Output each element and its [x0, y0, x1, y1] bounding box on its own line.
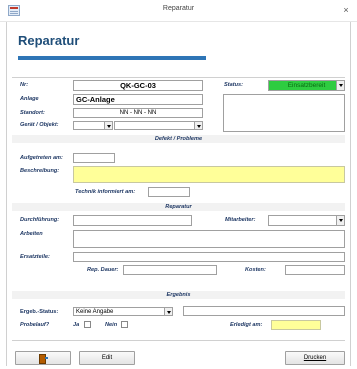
- ergebnis-status-label: Ergeb.-Status:: [20, 309, 59, 315]
- section-defekt: Defekt / Probleme: [12, 135, 345, 143]
- erledigt-label: Erledigt am:: [230, 322, 263, 328]
- nr-label: Nr:: [20, 82, 29, 88]
- edit-button[interactable]: Edit: [79, 351, 135, 365]
- nein-checkbox[interactable]: [121, 321, 128, 328]
- standort-label: Standort:: [20, 110, 45, 116]
- geraet-label: Gerät / Objekt:: [20, 122, 59, 128]
- ja-checkbox[interactable]: [84, 321, 91, 328]
- kosten-field[interactable]: [285, 265, 345, 275]
- heading-underline: [18, 56, 206, 60]
- anlage-field[interactable]: GC-Anlage: [73, 94, 203, 105]
- aufgetreten-label: Aufgetreten am:: [20, 155, 63, 161]
- erledigt-field[interactable]: [271, 320, 321, 330]
- arbeiten-label: Arbeiten: [20, 231, 43, 237]
- technik-label: Technik informiert am:: [75, 189, 136, 195]
- page-title: Reparatur: [18, 33, 80, 48]
- dauer-label: Rep. Dauer:: [87, 267, 119, 273]
- status-label: Status:: [224, 82, 243, 88]
- chevron-down-icon[interactable]: [336, 81, 344, 90]
- technik-field[interactable]: [148, 187, 190, 197]
- chevron-down-icon[interactable]: [164, 308, 172, 315]
- mitarbeiter-label: Mitarbeiter:: [225, 217, 256, 223]
- status-value: Einsatzbereit: [287, 82, 326, 89]
- geraet-detail-dropdown[interactable]: [114, 121, 203, 130]
- standort-field[interactable]: NN - NN - NN: [73, 108, 203, 118]
- chevron-down-icon[interactable]: [336, 216, 344, 225]
- ja-label: Ja: [73, 322, 80, 328]
- ergebnis-extra-field[interactable]: [183, 306, 345, 316]
- divider: [12, 77, 345, 78]
- mitarbeiter-dropdown[interactable]: [268, 215, 345, 226]
- beschreibung-field[interactable]: [73, 166, 345, 183]
- nr-field[interactable]: QK-GC-03: [73, 80, 203, 91]
- arbeiten-field[interactable]: [73, 230, 345, 248]
- nein-label: Nein: [105, 322, 118, 328]
- exit-door-icon: [38, 354, 48, 364]
- divider: [12, 340, 345, 341]
- section-ergebnis: Ergebnis: [12, 291, 345, 299]
- print-button[interactable]: Drucken: [285, 351, 345, 365]
- ergebnis-status-value: Keine Angabe: [76, 309, 114, 315]
- beschreibung-label: Beschreibung:: [20, 168, 60, 174]
- dauer-field[interactable]: [123, 265, 217, 275]
- title-bar: Reparatur ×: [0, 0, 357, 22]
- exit-button[interactable]: [15, 351, 71, 365]
- ersatzteile-field[interactable]: [73, 252, 345, 262]
- print-button-label: Drucken: [303, 355, 327, 361]
- window-title: Reparatur: [162, 5, 195, 12]
- chevron-down-icon[interactable]: [194, 122, 202, 129]
- aufgetreten-field[interactable]: [73, 153, 115, 163]
- anlage-label: Anlage: [20, 96, 39, 102]
- probelauf-label: Probelauf?: [20, 322, 50, 328]
- close-button[interactable]: ×: [339, 3, 353, 17]
- durchfuehrung-field[interactable]: [73, 215, 192, 226]
- section-reparatur: Reparatur: [12, 203, 345, 211]
- geraet-dropdown[interactable]: [73, 121, 113, 130]
- ergebnis-status-dropdown[interactable]: Keine Angabe: [73, 307, 173, 316]
- notes-field[interactable]: [223, 94, 345, 132]
- chevron-down-icon[interactable]: [104, 122, 112, 129]
- ersatzteile-label: Ersatzteile:: [20, 254, 50, 260]
- kosten-label: Kosten:: [245, 267, 266, 273]
- status-dropdown[interactable]: Einsatzbereit: [268, 80, 345, 91]
- durchfuehrung-label: Durchführung:: [20, 217, 60, 223]
